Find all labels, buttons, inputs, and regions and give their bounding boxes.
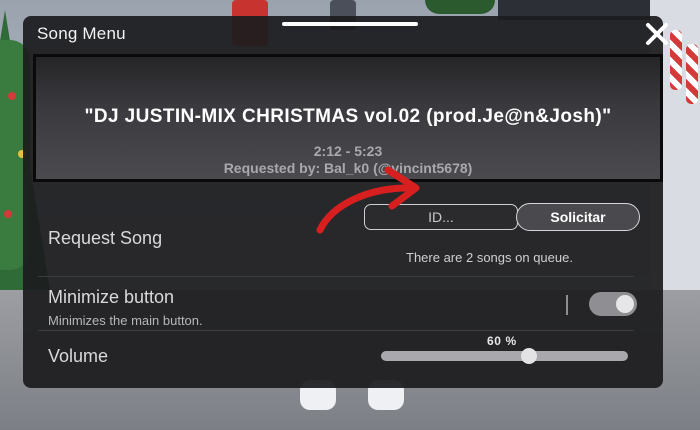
volume-label: Volume <box>48 346 109 366</box>
close-button[interactable] <box>643 20 671 48</box>
minimize-label: Minimize button <box>48 287 175 307</box>
close-icon <box>646 23 668 45</box>
request-button[interactable]: Solicitar <box>516 203 640 231</box>
toggle-knob <box>616 295 634 313</box>
divider <box>38 330 634 331</box>
minimize-description: Minimizes the main button. <box>48 313 203 328</box>
separator-bar <box>566 295 568 315</box>
queue-info: There are 2 songs on queue. <box>406 250 573 265</box>
annotation-arrow-icon <box>316 166 420 234</box>
minimize-toggle[interactable] <box>589 292 637 316</box>
menu-title: Song Menu <box>37 24 126 43</box>
divider <box>38 276 634 277</box>
song-title: "DJ JUSTIN-MIX CHRISTMAS vol.02 (prod.Je… <box>84 106 612 127</box>
candy-cane <box>670 30 682 90</box>
volume-value: 60 % <box>487 334 517 348</box>
drag-handle[interactable] <box>282 22 418 26</box>
volume-slider[interactable] <box>381 348 628 364</box>
request-song-label: Request Song <box>48 228 163 248</box>
song-time: 2:12 - 5:23 <box>313 143 383 159</box>
